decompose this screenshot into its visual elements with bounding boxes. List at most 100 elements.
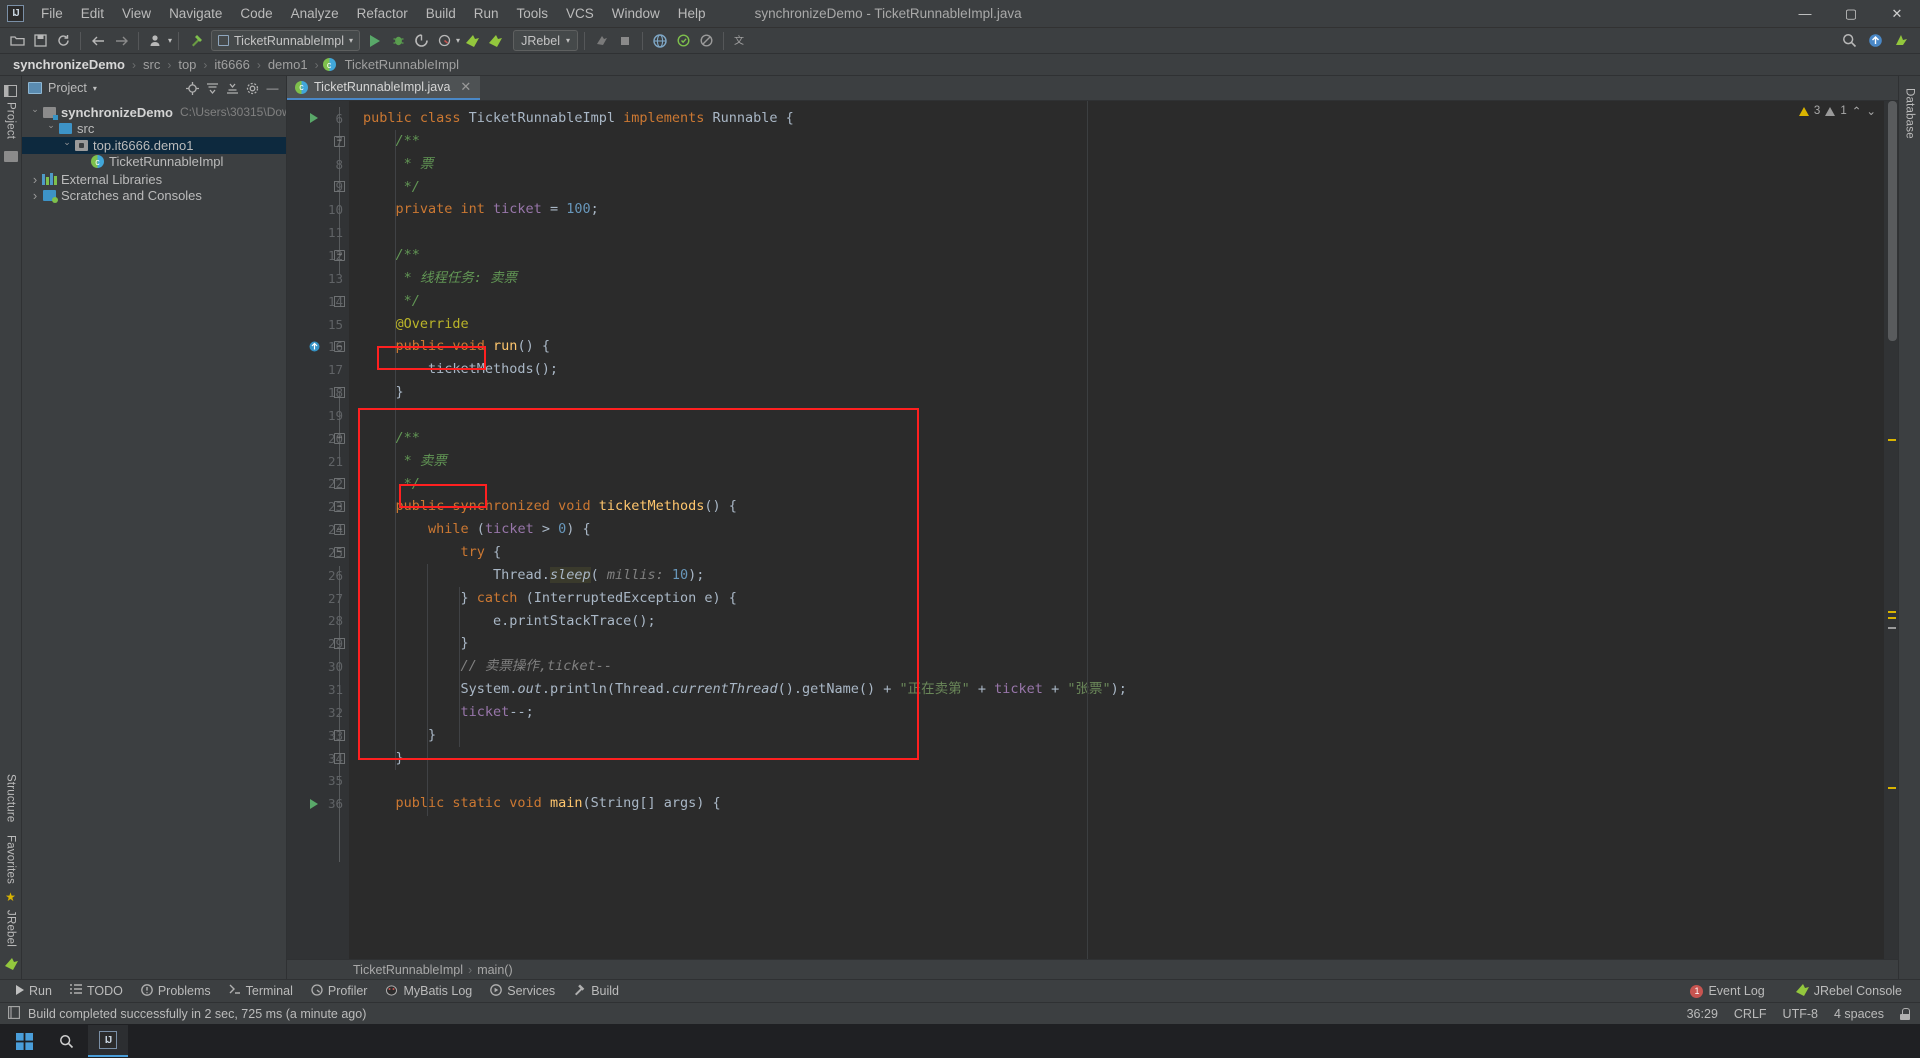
gutter-line[interactable]: 27 [287, 587, 349, 610]
gutter-line[interactable]: 8 [287, 153, 349, 176]
stripe-warning-mark[interactable] [1888, 439, 1896, 441]
rail-label-database[interactable]: Database [1904, 82, 1916, 145]
gutter-line[interactable]: 35 [287, 769, 349, 792]
tool-button-build[interactable]: Build [565, 981, 627, 1001]
collapse-all-icon[interactable] [205, 81, 220, 96]
run-gutter-icon[interactable] [307, 113, 321, 124]
search-icon[interactable] [1838, 30, 1860, 52]
caret-position[interactable]: 36:29 [1687, 1007, 1718, 1021]
fold-collapse-icon[interactable]: − [334, 524, 345, 536]
back-arrow-icon[interactable] [87, 30, 109, 52]
menu-view[interactable]: View [113, 2, 160, 25]
minimize-button[interactable]: — [1782, 0, 1828, 28]
tree-node-external-libraries[interactable]: External Libraries [22, 171, 286, 188]
menu-run[interactable]: Run [465, 2, 508, 25]
breadcrumb-item-class[interactable]: TicketRunnableImpl [342, 57, 462, 72]
run-gutter-icon[interactable] [307, 798, 321, 809]
gutter-line[interactable]: 22 [287, 473, 349, 496]
attach-debugger-icon[interactable] [591, 30, 613, 52]
gutter-line[interactable]: 31 [287, 678, 349, 701]
rail-label-structure[interactable]: Structure [5, 768, 17, 828]
stripe-weak-warning-mark[interactable] [1888, 627, 1896, 629]
translate-icon[interactable]: 文 [730, 30, 752, 52]
update-running-app-icon[interactable] [672, 30, 694, 52]
no-entry-icon[interactable] [695, 30, 717, 52]
menu-tools[interactable]: Tools [508, 2, 558, 25]
gutter-line[interactable]: 34 [287, 747, 349, 770]
gutter-line[interactable]: 21 [287, 450, 349, 473]
menu-navigate[interactable]: Navigate [160, 2, 231, 25]
gutter-line[interactable]: 32 [287, 701, 349, 724]
run-button[interactable] [364, 30, 386, 52]
tool-button-mybatis-log[interactable]: MyBatis Log [377, 982, 480, 1001]
taskbar-search-icon[interactable] [46, 1025, 86, 1057]
stripe-warning-mark[interactable] [1888, 787, 1896, 789]
fold-collapse-icon[interactable]: − [334, 546, 345, 558]
fold-collapse-icon[interactable]: − [334, 341, 345, 353]
lock-icon[interactable] [1900, 1007, 1910, 1020]
fold-end-icon[interactable] [334, 729, 345, 741]
tool-button-services[interactable]: Services [482, 982, 563, 1001]
profile-dropdown-caret-icon[interactable]: ▾ [168, 36, 172, 45]
code-breadcrumb-class[interactable]: TicketRunnableImpl [353, 963, 463, 977]
gutter-line[interactable]: 28 [287, 610, 349, 633]
build-hammer-icon[interactable] [185, 30, 207, 52]
profiler-run-button[interactable] [433, 30, 455, 52]
menu-edit[interactable]: Edit [72, 2, 113, 25]
ide-assistant-icon[interactable] [1890, 30, 1912, 52]
gutter-line[interactable]: 16 − [287, 335, 349, 358]
menu-vcs[interactable]: VCS [557, 2, 603, 25]
gutter-line[interactable]: 7 − [287, 130, 349, 153]
tool-button-profiler[interactable]: Profiler [303, 982, 376, 1001]
chevron-down-icon[interactable]: ▾ [93, 84, 97, 93]
menu-code[interactable]: Code [231, 2, 281, 25]
gutter-line[interactable]: 33 [287, 724, 349, 747]
fold-collapse-icon[interactable]: − [334, 249, 345, 261]
fold-end-icon[interactable] [334, 387, 345, 399]
close-button[interactable]: ✕ [1874, 0, 1920, 28]
gutter-line[interactable]: 36 [287, 792, 349, 815]
rail-label-jrebel[interactable]: JRebel [5, 904, 17, 953]
settings-gear-icon[interactable] [245, 81, 260, 96]
tool-button-event-log[interactable]: 1 Event Log [1682, 982, 1772, 1000]
hide-panel-icon[interactable]: — [265, 81, 280, 96]
menu-help[interactable]: Help [669, 2, 715, 25]
gutter-line[interactable]: 24 − [287, 518, 349, 541]
fold-end-icon[interactable] [334, 181, 345, 193]
tool-button-jrebel-console[interactable]: JRebel Console [1787, 981, 1910, 1001]
tree-node-package[interactable]: top.it6666.demo1 [22, 137, 286, 154]
menu-build[interactable]: Build [417, 2, 465, 25]
rail-label-favorites[interactable]: Favorites [5, 829, 17, 890]
menu-window[interactable]: Window [603, 2, 669, 25]
rail-label-project[interactable]: Project [5, 96, 17, 145]
stripe-warning-mark[interactable] [1888, 617, 1896, 619]
breadcrumb-item-demo1[interactable]: demo1 [265, 57, 311, 72]
breadcrumb-item-project[interactable]: synchronizeDemo [10, 57, 128, 72]
profile-icon[interactable] [145, 30, 167, 52]
menu-refactor[interactable]: Refactor [348, 2, 417, 25]
tree-node-synchronizeDemo[interactable]: synchronizeDemo C:\Users\30315\Down [22, 104, 286, 121]
fold-end-icon[interactable] [334, 638, 345, 650]
vertical-scrollbar-thumb[interactable] [1888, 101, 1897, 341]
prev-problem-icon[interactable]: ⌃ [1852, 104, 1862, 118]
gutter-line[interactable]: 10 [287, 198, 349, 221]
open-folder-icon[interactable] [6, 30, 28, 52]
chevron-right-icon[interactable] [28, 188, 42, 203]
tree-node-class[interactable]: TicketRunnableImpl [22, 154, 286, 171]
locate-icon[interactable] [185, 81, 200, 96]
tool-button-run[interactable]: Run [8, 982, 60, 1000]
stripe-warning-mark[interactable] [1888, 611, 1896, 613]
menu-file[interactable]: File [32, 2, 72, 25]
gutter-line[interactable]: 9 [287, 176, 349, 199]
jrebel-debug-icon[interactable] [484, 30, 506, 52]
tool-button-todo[interactable]: TODO [62, 982, 131, 1000]
gutter-line[interactable]: 29 [287, 632, 349, 655]
gutter-line[interactable]: 6 [287, 107, 349, 130]
tree-node-src[interactable]: src [22, 121, 286, 138]
run-with-coverage-button[interactable] [410, 30, 432, 52]
gutter-line[interactable]: 14 [287, 290, 349, 313]
gutter-line[interactable]: 19 [287, 404, 349, 427]
jrebel-selector[interactable]: JRebel ▾ [513, 30, 578, 51]
gutter-line[interactable]: 17 [287, 358, 349, 381]
gutter-line[interactable]: 11 [287, 221, 349, 244]
